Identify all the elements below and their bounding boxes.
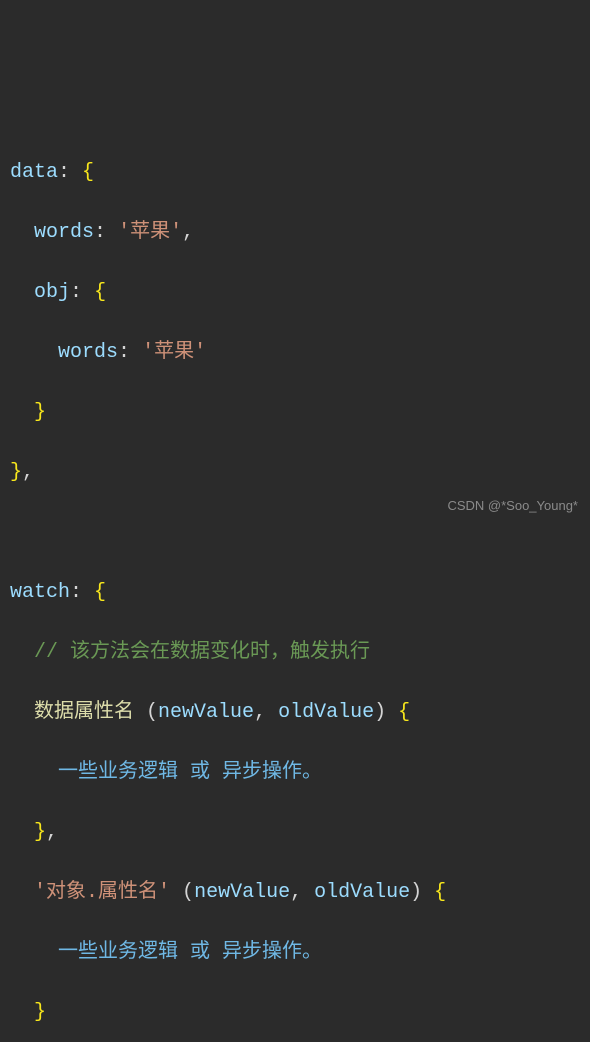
open-brace: { bbox=[82, 161, 94, 184]
open-brace: { bbox=[94, 581, 106, 604]
close-paren: ) bbox=[374, 701, 386, 724]
string-value: '苹果' bbox=[142, 341, 206, 364]
code-line: obj: { bbox=[10, 278, 580, 308]
comma: , bbox=[182, 221, 194, 244]
blank-line bbox=[10, 518, 580, 548]
comment: // 该方法会在数据变化时，触发执行 bbox=[34, 641, 370, 664]
param-sep: , bbox=[290, 881, 314, 904]
colon: : bbox=[70, 281, 82, 304]
code-line: } bbox=[10, 398, 580, 428]
colon: : bbox=[70, 581, 82, 604]
colon: : bbox=[118, 341, 130, 364]
code-editor: data: { words: '苹果', obj: { words: '苹果' … bbox=[10, 128, 580, 1042]
comma: , bbox=[22, 461, 34, 484]
code-line: }, bbox=[10, 458, 580, 488]
close-brace: } bbox=[34, 821, 46, 844]
property-key: words bbox=[58, 341, 118, 364]
open-paren: ( bbox=[182, 881, 194, 904]
space bbox=[422, 881, 434, 904]
parameter: newValue bbox=[158, 701, 254, 724]
code-line: watch: { bbox=[10, 578, 580, 608]
parameter: oldValue bbox=[314, 881, 410, 904]
code-line: // 该方法会在数据变化时，触发执行 bbox=[10, 638, 580, 668]
code-line: words: '苹果', bbox=[10, 218, 580, 248]
property-key: words bbox=[34, 221, 94, 244]
open-brace: { bbox=[434, 881, 446, 904]
comma: , bbox=[46, 821, 58, 844]
open-paren: ( bbox=[146, 701, 158, 724]
space bbox=[386, 701, 398, 724]
method-name: '对象.属性名' bbox=[34, 881, 170, 904]
space bbox=[134, 701, 146, 724]
code-line: 一些业务逻辑 或 异步操作。 bbox=[10, 758, 580, 788]
colon: : bbox=[94, 221, 106, 244]
string-value: '苹果' bbox=[118, 221, 182, 244]
close-brace: } bbox=[10, 461, 22, 484]
space bbox=[82, 581, 94, 604]
code-line: 数据属性名 (newValue, oldValue) { bbox=[10, 698, 580, 728]
space bbox=[70, 161, 82, 184]
space bbox=[106, 221, 118, 244]
open-brace: { bbox=[398, 701, 410, 724]
method-name: 数据属性名 bbox=[34, 701, 134, 724]
param-sep: , bbox=[254, 701, 278, 724]
property-key: data bbox=[10, 161, 58, 184]
close-brace: } bbox=[34, 1001, 46, 1024]
code-line: words: '苹果' bbox=[10, 338, 580, 368]
property-key: obj bbox=[34, 281, 70, 304]
space bbox=[170, 881, 182, 904]
parameter: newValue bbox=[194, 881, 290, 904]
space bbox=[82, 281, 94, 304]
colon: : bbox=[58, 161, 70, 184]
open-brace: { bbox=[94, 281, 106, 304]
code-line: 一些业务逻辑 或 异步操作。 bbox=[10, 938, 580, 968]
code-line: data: { bbox=[10, 158, 580, 188]
close-brace: } bbox=[34, 401, 46, 424]
property-key: watch bbox=[10, 581, 70, 604]
close-paren: ) bbox=[410, 881, 422, 904]
code-line: }, bbox=[10, 818, 580, 848]
watermark: CSDN @*Soo_Young* bbox=[447, 496, 578, 516]
method-body: 一些业务逻辑 或 异步操作。 bbox=[58, 761, 322, 784]
code-line: } bbox=[10, 998, 580, 1028]
space bbox=[130, 341, 142, 364]
code-line: '对象.属性名' (newValue, oldValue) { bbox=[10, 878, 580, 908]
method-body: 一些业务逻辑 或 异步操作。 bbox=[58, 941, 322, 964]
parameter: oldValue bbox=[278, 701, 374, 724]
